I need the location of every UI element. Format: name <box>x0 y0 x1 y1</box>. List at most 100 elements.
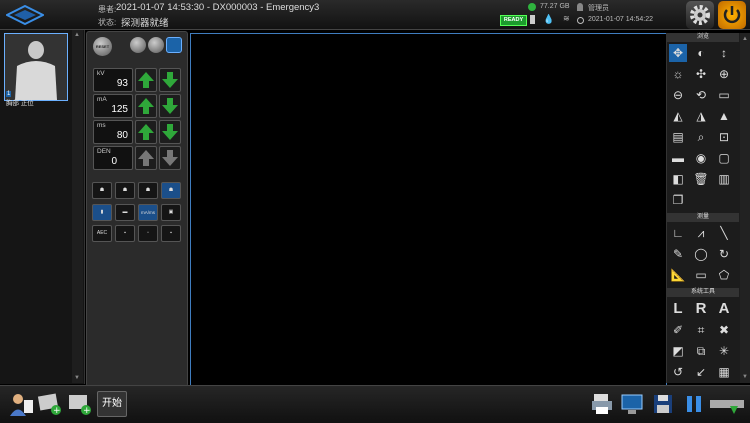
crop-tool[interactable]: ▭ <box>715 86 733 104</box>
den-field[interactable]: DEN 0 <box>93 146 133 170</box>
fit-tool[interactable]: ✣ <box>692 65 710 83</box>
annotation-a-tool[interactable]: A <box>715 300 733 318</box>
zoom-out-tool[interactable]: ⊖ <box>669 86 687 104</box>
window-tool[interactable]: ▢ <box>715 149 733 167</box>
den-up-button[interactable] <box>135 146 157 170</box>
arrow-down-icon <box>162 98 178 114</box>
ms-up-button[interactable] <box>135 120 157 144</box>
rectangle-tool[interactable]: ▭ <box>692 266 710 284</box>
ma-down-button[interactable] <box>159 94 181 118</box>
report-tool[interactable]: ▤ <box>669 128 687 146</box>
round-button-2[interactable] <box>148 37 164 53</box>
ruler-tool[interactable]: 📐 <box>669 266 687 284</box>
datetime: 2021-01-07 14:54:22 <box>588 16 653 23</box>
gradient-tool[interactable]: ◧ <box>669 170 687 188</box>
settings-button[interactable] <box>686 1 714 29</box>
ellipse-tool[interactable]: ◯ <box>692 245 710 263</box>
shutter-icon: ◩ <box>672 344 684 358</box>
water-drop-icon: 💧 <box>543 14 555 24</box>
den-down-button[interactable] <box>159 146 181 170</box>
angle-tool[interactable]: ∟ <box>669 224 687 242</box>
region-zoom-tool[interactable]: ⊡ <box>715 128 733 146</box>
ma-field[interactable]: mA 125 <box>93 94 133 118</box>
patient-list-button[interactable] <box>8 391 34 417</box>
ma-label: mA <box>97 96 107 103</box>
mirror-right-tool[interactable]: ◮ <box>692 107 710 125</box>
save-small-button[interactable] <box>166 37 182 53</box>
frame-icon: ▭ <box>718 88 730 102</box>
power-button[interactable] <box>718 1 746 29</box>
reset-button[interactable]: RESET <box>93 37 112 56</box>
body-xlarge-button[interactable]: ☗ <box>161 182 181 199</box>
undo-tool[interactable]: ↺ <box>669 363 687 381</box>
add-image-button[interactable]: + <box>67 391 93 417</box>
detector-wall-button[interactable]: ▮ <box>92 204 112 221</box>
polygon-tool[interactable]: ⬠ <box>715 266 733 284</box>
flip-vertical-tool[interactable]: ↕ <box>715 44 733 62</box>
image-viewport[interactable] <box>190 33 667 386</box>
aec-field-icon: ▫ <box>147 230 149 236</box>
image-thumbnail[interactable]: 1 <box>4 33 68 101</box>
aec-field-left-button[interactable]: ▪ <box>115 225 135 242</box>
clear-tool[interactable]: ✖ <box>715 321 733 339</box>
status-label: 状态: <box>98 18 117 27</box>
fullscreen-tool[interactable]: ▬ <box>669 149 687 167</box>
start-button[interactable]: 开始 <box>97 391 127 417</box>
exposure-control-panel: RESET kV 93 mA 125 ms 80 DEN 0 ☗ ☗ ☗ ☗ ▮… <box>86 31 188 387</box>
body-small-button[interactable]: ☗ <box>92 182 112 199</box>
aec-field-right-button[interactable]: ▪ <box>161 225 181 242</box>
collimate-tool[interactable]: ⧉ <box>692 342 710 360</box>
freehand-tool[interactable]: ↻ <box>715 245 733 263</box>
ms-field[interactable]: ms 80 <box>93 120 133 144</box>
kv-up-button[interactable] <box>135 68 157 92</box>
brightness-tool[interactable]: ☼ <box>669 65 687 83</box>
end-study-button[interactable] <box>710 394 746 416</box>
stitch-tool[interactable]: ▥ <box>715 170 733 188</box>
ms-down-button[interactable] <box>159 120 181 144</box>
scroll-up-icon: ▲ <box>742 36 748 42</box>
send-pacs-button[interactable] <box>620 392 644 416</box>
tool-panel: 浏览 测量 系统工具 ✥ ◐ ↕ ☼ ✣ ⊕ ⊖ ⟲ ▭ ◭ ◮ ▲ ▤ ⌕ ⊡… <box>666 33 750 383</box>
marker-r-tool[interactable]: R <box>692 300 710 318</box>
pause-button[interactable] <box>684 394 704 414</box>
flip-tool[interactable]: ▲ <box>715 107 733 125</box>
mirror-left-tool[interactable]: ◭ <box>669 107 687 125</box>
rotate-icon: ⟲ <box>695 88 707 102</box>
invert-tool[interactable]: ◐ <box>692 44 710 62</box>
pan-tool[interactable]: ✥ <box>669 44 687 62</box>
aec-button[interactable]: AEC <box>92 225 112 242</box>
aec-field-center-button[interactable]: ▫ <box>138 225 158 242</box>
kv-field[interactable]: kV 93 <box>93 68 133 92</box>
delete-tool[interactable]: 🗑 <box>692 170 710 188</box>
cobb-angle-tool[interactable]: ⩘ <box>692 224 710 242</box>
tool-scrollbar[interactable]: ▲ ▼ <box>740 33 750 383</box>
shutter-tool[interactable]: ◩ <box>669 342 687 360</box>
mosaic-tool[interactable]: ▦ <box>715 363 733 381</box>
rotate-free-tool[interactable]: ⟲ <box>692 86 710 104</box>
round-button-1[interactable] <box>130 37 146 53</box>
marker-l-tool[interactable]: L <box>669 300 687 318</box>
view-tool[interactable]: ◉ <box>692 149 710 167</box>
body-medium-button[interactable]: ☗ <box>115 182 135 199</box>
display-mode-button[interactable]: ▣ <box>161 204 181 221</box>
body-large-button[interactable]: ☗ <box>138 182 158 199</box>
sparkle-tool[interactable]: ✳ <box>715 342 733 360</box>
ma-up-button[interactable] <box>135 94 157 118</box>
line-tool[interactable]: ╲ <box>715 224 733 242</box>
zoom-in-tool[interactable]: ⊕ <box>715 65 733 83</box>
crop-system-tool[interactable]: ⌗ <box>692 321 710 339</box>
save-button[interactable] <box>652 392 674 416</box>
print-button[interactable] <box>590 392 614 416</box>
annotate-tool[interactable]: ✐ <box>669 321 687 339</box>
pen-tool[interactable]: ✎ <box>669 245 687 263</box>
add-study-button[interactable]: + <box>37 391 63 417</box>
detector-table-button[interactable]: ▬ <box>115 204 135 221</box>
arrow-tool[interactable]: ↙ <box>692 363 710 381</box>
kv-down-button[interactable] <box>159 68 181 92</box>
body-figure-icon <box>5 34 67 100</box>
thumbnail-scrollbar[interactable]: ▲ ▼ <box>72 30 83 383</box>
copy-tool[interactable]: ❐ <box>669 191 687 209</box>
stitch-icon: ▥ <box>718 172 730 186</box>
magnify-tool[interactable]: ⌕ <box>692 128 710 146</box>
ma-ms-mode-button[interactable]: mA/ms <box>138 204 158 221</box>
